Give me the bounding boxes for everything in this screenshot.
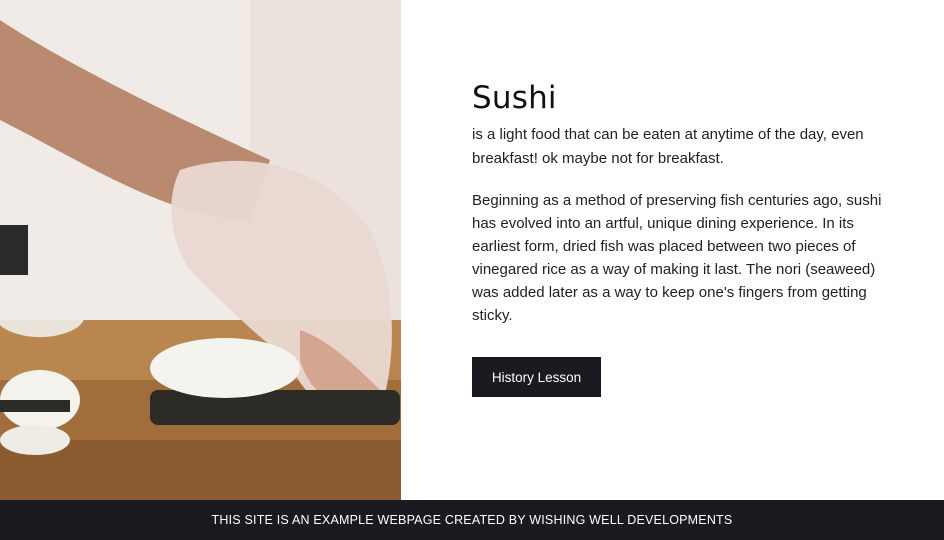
- tagline: is a light food that can be eaten at any…: [472, 126, 864, 167]
- history-paragraph: Beginning as a method of preserving fish…: [472, 192, 882, 324]
- hero-image: [0, 0, 401, 500]
- footer-text: THIS SITE IS AN EXAMPLE WEBPAGE CREATED …: [211, 513, 733, 527]
- footer: THIS SITE IS AN EXAMPLE WEBPAGE CREATED …: [0, 500, 944, 540]
- main-content: Sushi is a light food that can be eaten …: [472, 78, 882, 327]
- sushi-photo: [0, 0, 401, 500]
- history-lesson-button[interactable]: History Lesson: [472, 357, 601, 397]
- page-title: Sushi: [472, 80, 557, 116]
